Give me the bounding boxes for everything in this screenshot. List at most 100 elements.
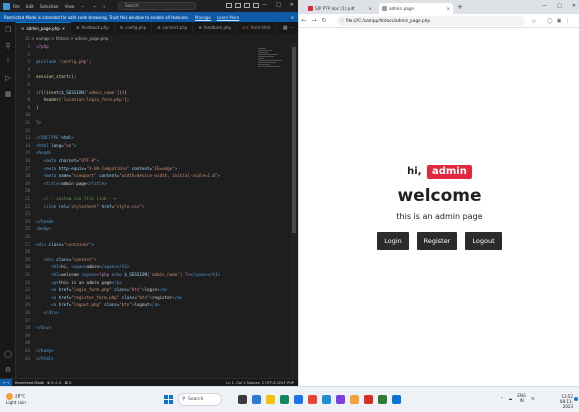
forward-arrow-icon[interactable]: → [309, 17, 319, 24]
code-line[interactable]: 15 <head> [16, 149, 51, 156]
taskbar-search[interactable]: ⚲ Search [178, 393, 222, 406]
minimap[interactable] [258, 48, 288, 88]
code-line[interactable]: 32 <p>this is an admin page</p> [16, 279, 122, 286]
code-line[interactable]: 9} [16, 104, 38, 111]
taskbar-app-icon[interactable] [252, 395, 261, 404]
code-line[interactable]: 24 </head> [16, 218, 54, 225]
code-line[interactable]: 16 <meta charset="UTF-8"> [16, 157, 99, 164]
menu-more[interactable]: ··· [81, 4, 85, 9]
code-line[interactable]: 10 [16, 111, 36, 118]
code-line[interactable]: 26 [16, 233, 36, 240]
tray-chevron-icon[interactable]: ⌃ [500, 396, 503, 401]
reload-icon[interactable]: ↻ [319, 17, 329, 24]
code-line[interactable]: 22 <link rel="stylesheet" href="style.cs… [16, 203, 145, 210]
code-line[interactable]: 34 <a href="register_form.php" class="bt… [16, 294, 182, 301]
extensions-icon[interactable]: ▦ [4, 90, 12, 98]
new-tab-button[interactable]: + [457, 3, 463, 12]
code-line[interactable]: 42 </html> [16, 355, 54, 362]
notification-icon[interactable] [574, 397, 578, 401]
menu-edit[interactable]: Edit [26, 4, 34, 9]
login-button[interactable]: Login [377, 232, 409, 250]
code-line[interactable]: 11 ?> [16, 119, 41, 126]
weather-widget[interactable]: 28°C Light rain [6, 393, 26, 405]
search-icon[interactable]: ⚲ [4, 42, 12, 50]
ports-status[interactable]: ⌘ 0 [64, 381, 71, 385]
address-bar[interactable]: ⓘ file:///C:/xampp/htdocs/admin_page.php [337, 16, 525, 26]
toggle-panel-icon[interactable] [235, 3, 241, 8]
tab-feedback[interactable]: ≡ feedback.php [71, 22, 115, 34]
code-line[interactable]: 38 </div> [16, 324, 51, 331]
taskbar-app-icon[interactable] [392, 395, 401, 404]
close-icon[interactable]: ✕ [572, 3, 576, 9]
code-line[interactable]: 41 </body> [16, 347, 54, 354]
taskbar-app-icon[interactable] [336, 395, 345, 404]
code-line[interactable]: 3 @include 'config.php'; [16, 58, 91, 65]
toggle-sidebar-icon[interactable] [226, 3, 232, 8]
taskbar-app-icon[interactable] [378, 395, 387, 404]
code-line[interactable]: 13 <!DOCTYPE html> [16, 134, 74, 141]
taskbar-app-icon[interactable] [308, 395, 317, 404]
code-line[interactable]: 2 [16, 51, 36, 58]
remote-indicator[interactable]: ←→ [0, 378, 13, 386]
restricted-mode-status[interactable]: Restricted Mode [15, 381, 44, 385]
taskbar-app-icon[interactable] [280, 395, 289, 404]
settings-gear-icon[interactable]: ⚙ [4, 366, 12, 374]
code-line[interactable]: 23 [16, 210, 36, 217]
back-arrow-icon[interactable]: ← [299, 17, 309, 24]
file-info-icon[interactable]: ⓘ [340, 16, 344, 26]
browser-menu-icons[interactable]: ◯▣⋮ [547, 18, 574, 24]
cloud-icon[interactable]: ☁ [508, 396, 512, 401]
code-line[interactable]: 30 <h3>hi, <span>admin</span></h3> [16, 263, 129, 270]
language-indicator[interactable]: ENG IN [517, 393, 526, 403]
maximize-icon[interactable]: □ [276, 2, 281, 8]
breadcrumb[interactable]: C: > xampp > htdocs > admin_page.php [16, 34, 298, 43]
code-line[interactable]: 27 <div class="container"> [16, 241, 94, 248]
code-line[interactable]: 18 <meta name="viewport" content="width=… [16, 172, 220, 179]
code-line[interactable]: 31 <h1>welcome <span><?php echo $_SESSIO… [16, 271, 220, 278]
banner-manage-link[interactable]: Manage [195, 15, 211, 20]
explorer-icon[interactable]: ❐ [4, 26, 12, 34]
editor-actions[interactable]: ▦ ··· [283, 22, 298, 34]
command-search-box[interactable]: Search [118, 2, 196, 10]
code-line[interactable]: 33 <a href="login_form.php" class="btn">… [16, 286, 167, 293]
taskbar-app-icon[interactable] [294, 395, 303, 404]
code-line[interactable]: 8 header('location:login_form.php'); [16, 96, 129, 103]
menu-file[interactable]: File [13, 4, 20, 9]
taskbar-app-icon[interactable] [238, 395, 247, 404]
bookmark-star-icon[interactable]: ☆ [531, 18, 536, 25]
code-line[interactable]: 1 <?php [16, 43, 48, 50]
clock[interactable]: 13:52 08-11-2023 [551, 394, 573, 409]
code-line[interactable]: 7 if(!isset($_SESSION['admin_name'])){ [16, 89, 126, 96]
code-line[interactable]: 39 [16, 332, 36, 339]
code-line[interactable]: 35 <a href="logout.php" class="btn">logo… [16, 301, 160, 308]
tab-close-icon[interactable]: × [62, 23, 65, 35]
code-line[interactable]: 20 [16, 187, 36, 194]
register-button[interactable]: Register [417, 232, 457, 250]
start-button[interactable] [164, 395, 173, 404]
taskbar-app-icon[interactable] [364, 395, 373, 404]
browser-tab-close-icon[interactable]: × [446, 3, 450, 14]
code-editor[interactable]: 1 <?php 2 3 @include 'config.php'; 4 5 session_… [16, 43, 290, 377]
wifi-icon[interactable]: ☴ [531, 396, 535, 401]
source-control-icon[interactable]: ᛏ [4, 58, 12, 66]
scrollbar-thumb[interactable] [292, 47, 296, 233]
code-line[interactable]: 6 [16, 81, 36, 88]
code-line[interactable]: 36 </div> [16, 309, 59, 316]
tab-form-html[interactable]: <> form.html [237, 22, 277, 34]
code-line[interactable]: 28 [16, 248, 36, 255]
close-icon[interactable]: ✕ [290, 2, 294, 8]
maximize-icon[interactable]: □ [557, 3, 562, 9]
browser-tab-pdf[interactable]: SIP PTP doc (1).pdf × [305, 3, 375, 14]
menu-selection[interactable]: Selection [40, 4, 58, 9]
cursor-encoding-status[interactable]: Ln 1, Col 1 Spaces: 2 UTF-8 CRLF PHP [226, 381, 294, 385]
taskbar-app-icon[interactable] [266, 395, 275, 404]
run-debug-icon[interactable]: ▷ [4, 74, 12, 82]
customize-layout-icon[interactable] [253, 3, 259, 8]
banner-close-icon[interactable]: ✕ [291, 15, 294, 20]
browser-tab-admin-page[interactable]: admin page × [379, 3, 453, 14]
menu-view[interactable]: View [65, 4, 75, 9]
code-line[interactable]: 21 <!-- custom css file link --> [16, 195, 117, 202]
code-line[interactable]: 5 session_start(); [16, 73, 76, 80]
code-line[interactable]: 17 <meta http-equiv="X-UA-Compatible" co… [16, 165, 177, 172]
banner-learn-more-link[interactable]: Learn More [217, 15, 239, 20]
